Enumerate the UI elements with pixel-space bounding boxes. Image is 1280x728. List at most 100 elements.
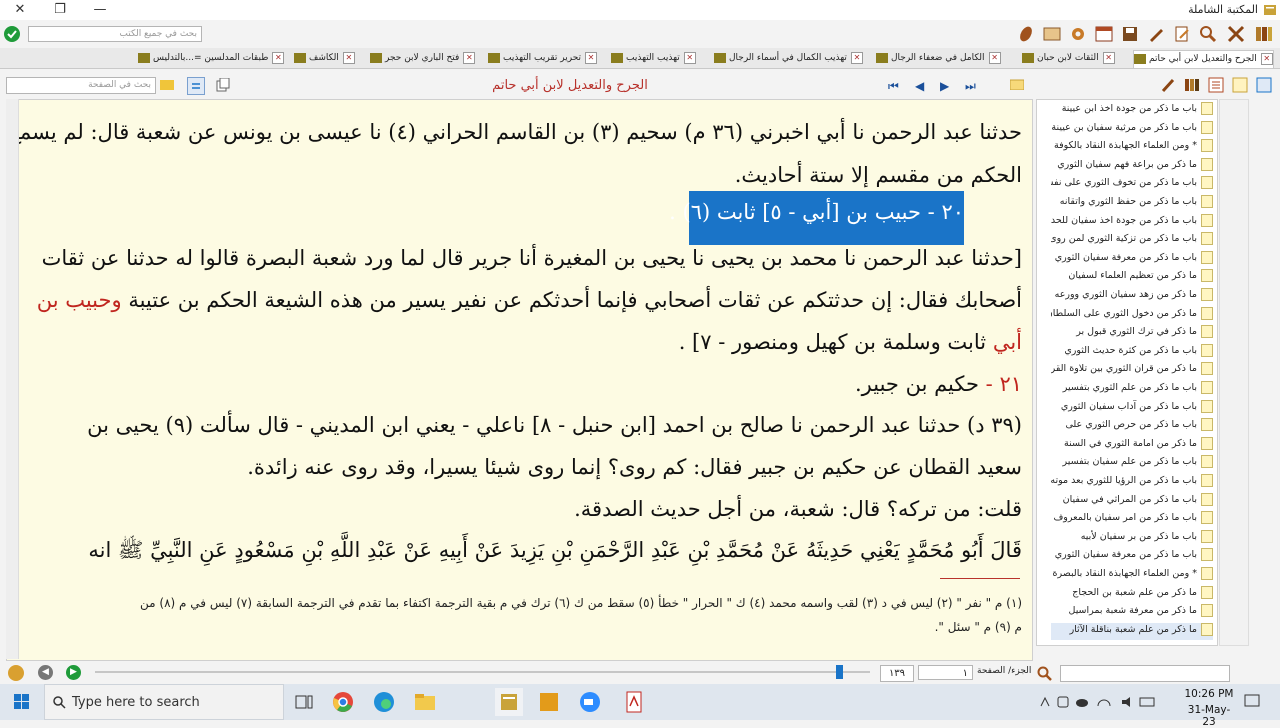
toc-scrollbar[interactable]	[1219, 99, 1249, 646]
tab-thiqat-ibn-hibban[interactable]: ✕الثقات لابن حبان	[1022, 50, 1115, 67]
zoom-icon[interactable]	[576, 688, 604, 716]
toc-item[interactable]: ما ذكر في ترك الثوري قبول بر	[1051, 325, 1213, 342]
toc-item[interactable]: باب ما ذكر من تخوف الثوري على نفسه	[1051, 176, 1213, 193]
library-icon[interactable]	[1254, 24, 1274, 44]
close-icon[interactable]: ✕	[342, 51, 355, 64]
check-icon[interactable]	[4, 26, 20, 42]
list-icon[interactable]	[1208, 77, 1224, 93]
close-icon[interactable]: ✕	[463, 51, 476, 64]
tab-kamil-duafa[interactable]: ✕الكامل في ضعفاء الرجال	[876, 50, 1001, 67]
toc-item[interactable]: ما ذكر من زهد سفيان الثوري وورعه	[1051, 288, 1213, 305]
tab-tahdhib-al-kamal[interactable]: ✕تهذيب الكمال في أسماء الرجال	[714, 50, 863, 67]
toc-item[interactable]: باب ما ذكر من كثرة حديث الثوري	[1051, 343, 1213, 361]
toc-item[interactable]: باب ما ذكر من بر سفيان لأبيه	[1051, 529, 1213, 547]
page-number-field[interactable]: ١٣٩	[880, 665, 914, 682]
sync-icon[interactable]	[187, 77, 205, 95]
toc-item[interactable]: * ومن العلماء الجهابذة النقاد بالكوفة	[1051, 139, 1213, 156]
toc-item[interactable]: باب ما ذكر من حفظ الثوري واتقانه	[1051, 195, 1213, 212]
first-page-icon[interactable]: ⏮	[888, 79, 899, 94]
last-page-icon[interactable]: ⏭	[965, 79, 976, 94]
tab-tahdhib-al-tahdhib[interactable]: ✕تهذيب التهذيب	[611, 50, 696, 67]
content-scrollbar[interactable]	[6, 99, 19, 659]
tab-tahrir-taqrib[interactable]: ✕تحرير تقريب التهذيب	[488, 50, 598, 67]
edge-icon[interactable]	[370, 688, 398, 716]
leaf-icon[interactable]	[1016, 24, 1036, 44]
toc-panel[interactable]: باب ما ذكر من جودة اخذ ابن عيينة باب ما ذ…	[1036, 99, 1218, 646]
toc-item[interactable]: باب ما ذكر من امر سفيان بالمعروف	[1051, 511, 1213, 528]
close-icon[interactable]: ✕	[1102, 51, 1115, 64]
close-icon[interactable]: ✕	[988, 51, 1001, 64]
toc-item[interactable]: ما ذكر من دخول الثوري على السلطان	[1051, 306, 1213, 324]
books-icon[interactable]	[1184, 77, 1200, 93]
toc-item[interactable]: باب ما ذكر من علم الثوري بتفسير	[1051, 381, 1213, 398]
toc-item[interactable]: باب ما ذكر من الرؤيا للثوري بعد موته	[1051, 474, 1213, 491]
bookmark-icon[interactable]	[8, 665, 24, 681]
chrome-icon[interactable]	[329, 688, 357, 716]
search-icon[interactable]	[1036, 665, 1052, 681]
windows-start-icon[interactable]	[0, 684, 44, 720]
task-view-icon[interactable]	[290, 688, 318, 716]
toc-item[interactable]: ما ذكر من معرفة شعبة بمراسيل	[1051, 604, 1213, 621]
toc-item[interactable]: باب ما ذكر من معرفة سفيان الثوري	[1051, 548, 1213, 565]
entry-heading-selected[interactable]: ٢٠ - حبيب بن [أبي - ٥] ثابت (٦) .	[669, 200, 964, 224]
shamela-app-icon[interactable]	[495, 688, 523, 716]
toc-item[interactable]: باب ما ذكر من مرثية سفيان بن عيينة	[1051, 120, 1213, 138]
toc-item[interactable]: باب ما ذكر من معرفة سفيان الثوري	[1051, 250, 1213, 268]
folder-icon[interactable]	[160, 78, 174, 90]
quill-icon[interactable]	[1160, 77, 1176, 93]
search-icon[interactable]	[1198, 24, 1218, 44]
pdf-reader-icon[interactable]	[620, 688, 648, 716]
app-icon[interactable]	[535, 688, 563, 716]
gear-icon[interactable]	[1068, 24, 1088, 44]
toc-item[interactable]: باب ما ذكر من حرص الثوري على	[1051, 418, 1213, 435]
pen-icon[interactable]	[1146, 24, 1166, 44]
toc-item[interactable]: * ومن العلماء الجهابذة النقاد بالبصرة	[1051, 567, 1213, 584]
close-icon[interactable]: ✕	[1260, 52, 1273, 65]
page-slider-thumb[interactable]	[836, 665, 843, 679]
tree-icon[interactable]	[1232, 77, 1248, 93]
table-icon[interactable]	[1094, 24, 1114, 44]
clock-time[interactable]: 10:26 PM	[1184, 688, 1234, 700]
toc-item[interactable]: ما ذكر من علم شعبة بناقلة الآثار	[1051, 622, 1213, 640]
page-slider[interactable]	[95, 671, 870, 673]
save-icon[interactable]	[1120, 24, 1140, 44]
toc-item[interactable]: ما ذكر من براعة فهم سفيان الثوري	[1051, 157, 1213, 175]
card-icon[interactable]	[1042, 24, 1062, 44]
close-icon[interactable]: ✕	[683, 51, 696, 64]
tab-al-kashif[interactable]: ✕الكاشف	[294, 50, 355, 67]
prev-page-icon[interactable]: ◀	[915, 79, 924, 93]
close-icon[interactable]: ✕	[850, 51, 863, 64]
toc-item[interactable]: باب ما ذكر من المراثي في سفيان	[1051, 492, 1213, 510]
toc-item[interactable]: باب ما ذكر من آداب سفيان الثوري	[1051, 399, 1213, 417]
next-page-icon[interactable]: ▶	[940, 79, 949, 93]
part-number-field[interactable]: ١	[918, 665, 973, 680]
bottom-search-input[interactable]	[1060, 665, 1230, 682]
toc-item[interactable]: باب ما ذكر من علم سفيان بتفسير	[1051, 455, 1213, 472]
close-icon[interactable]: ✕	[272, 51, 285, 64]
tab-jarh-wa-tadil[interactable]: ✕الجرح والتعديل لابن أبي حاتم	[1133, 50, 1274, 68]
minimize-window-button[interactable]: —	[80, 0, 120, 20]
toc-item[interactable]: ما ذكر من امامة الثوري في السنة	[1051, 436, 1213, 454]
page-search-input[interactable]: بحث في الصفحة	[6, 77, 156, 94]
open-folder-icon[interactable]	[1010, 78, 1024, 90]
toc-item[interactable]: ما ذكر من تعظيم العلماء لسفيان	[1051, 269, 1213, 286]
notification-icon[interactable]	[1244, 694, 1260, 708]
restore-window-button[interactable]: ❐	[40, 0, 80, 20]
tools-icon[interactable]	[1226, 24, 1246, 44]
tab-tabaqat-al-mudallisin[interactable]: ✕طبقات المدلسين =...بالتدليس	[138, 50, 285, 67]
close-icon[interactable]: ✕	[585, 51, 598, 64]
forward-arrow-icon[interactable]: ▶	[66, 665, 81, 680]
copy-icon[interactable]	[216, 78, 230, 92]
back-arrow-icon[interactable]: ◀	[38, 665, 53, 680]
toc-item[interactable]: باب ما ذكر من جودة اخذ سفيان للحديث	[1051, 213, 1213, 231]
toc-item[interactable]: ما ذكر من علم شعبة بن الحجاج	[1051, 585, 1213, 603]
system-tray[interactable]	[1036, 694, 1166, 710]
toc-item[interactable]: باب ما ذكر من تزكية الثوري لمن روى عنه	[1051, 232, 1213, 249]
index-icon[interactable]	[1256, 77, 1272, 93]
global-search-input[interactable]: بحث في جميع الكتب	[28, 26, 202, 42]
toc-item[interactable]: باب ما ذكر من جودة اخذ ابن عيينة	[1051, 102, 1213, 119]
clock-date[interactable]: 31-May-23	[1184, 704, 1234, 728]
close-window-button[interactable]: ✕	[0, 0, 40, 20]
book-page[interactable]: حدثنا عبد الرحمن نا أبي اخبرني (٣٦ م) سح…	[6, 99, 1033, 661]
tab-fath-al-bari[interactable]: ✕فتح الباري لابن حجر	[370, 50, 476, 67]
